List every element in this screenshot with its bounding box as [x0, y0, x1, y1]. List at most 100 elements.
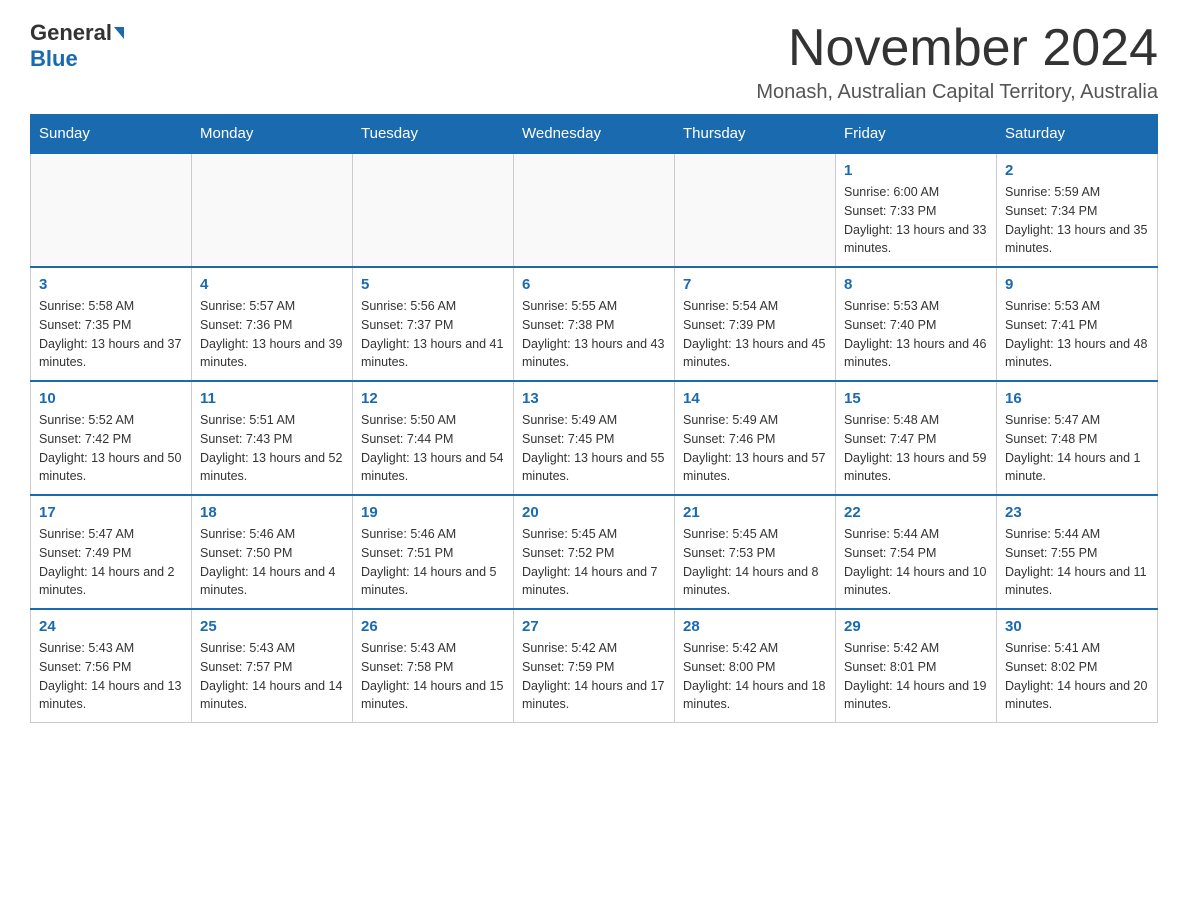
calendar-cell: 5 Sunrise: 5:56 AMSunset: 7:37 PMDaylight… [353, 267, 514, 381]
column-header-tuesday: Tuesday [353, 115, 514, 154]
column-header-wednesday: Wednesday [514, 115, 675, 154]
page-header: General Blue November 2024 Monash, Austr… [30, 20, 1158, 104]
day-info: Sunrise: 5:44 AMSunset: 7:54 PMDaylight:… [844, 525, 988, 600]
day-number: 3 [39, 276, 183, 293]
day-info: Sunrise: 5:49 AMSunset: 7:46 PMDaylight:… [683, 411, 827, 486]
day-number: 5 [361, 276, 505, 293]
day-number: 6 [522, 276, 666, 293]
calendar-cell: 3 Sunrise: 5:58 AMSunset: 7:35 PMDaylight… [31, 267, 192, 381]
calendar-cell: 11 Sunrise: 5:51 AMSunset: 7:43 PMDayligh… [192, 381, 353, 495]
location-title: Monash, Australian Capital Territory, Au… [756, 81, 1158, 104]
week-row-4: 17 Sunrise: 5:47 AMSunset: 7:49 PMDayligh… [31, 495, 1158, 609]
day-number: 30 [1005, 618, 1149, 635]
column-header-monday: Monday [192, 115, 353, 154]
day-number: 13 [522, 390, 666, 407]
day-number: 12 [361, 390, 505, 407]
day-number: 4 [200, 276, 344, 293]
calendar-cell: 24Sunrise: 5:43 AMSunset: 7:56 PMDayligh… [31, 609, 192, 723]
calendar-cell: 23Sunrise: 5:44 AMSunset: 7:55 PMDayligh… [997, 495, 1158, 609]
day-number: 11 [200, 390, 344, 407]
day-info: Sunrise: 5:47 AMSunset: 7:48 PMDaylight:… [1005, 411, 1149, 486]
logo-general-text: General [30, 20, 112, 46]
day-info: Sunrise: 5:49 AMSunset: 7:45 PMDaylight:… [522, 411, 666, 486]
day-number: 18 [200, 504, 344, 521]
day-number: 15 [844, 390, 988, 407]
day-info: Sunrise: 5:56 AMSunset: 7:37 PMDaylight:… [361, 297, 505, 372]
calendar-header-row: SundayMondayTuesdayWednesdayThursdayFrid… [31, 115, 1158, 154]
calendar-cell: 10 Sunrise: 5:52 AMSunset: 7:42 PMDayligh… [31, 381, 192, 495]
calendar-cell: 14 Sunrise: 5:49 AMSunset: 7:46 PMDayligh… [675, 381, 836, 495]
day-info: Sunrise: 5:47 AMSunset: 7:49 PMDaylight:… [39, 525, 183, 600]
calendar-cell [514, 153, 675, 267]
calendar-cell: 20 Sunrise: 5:45 AMSunset: 7:52 PMDayligh… [514, 495, 675, 609]
day-info: Sunrise: 6:00 AMSunset: 7:33 PMDaylight:… [844, 183, 988, 258]
week-row-2: 3 Sunrise: 5:58 AMSunset: 7:35 PMDaylight… [31, 267, 1158, 381]
calendar-cell: 22 Sunrise: 5:44 AMSunset: 7:54 PMDayligh… [836, 495, 997, 609]
column-header-thursday: Thursday [675, 115, 836, 154]
calendar-cell: 16 Sunrise: 5:47 AMSunset: 7:48 PMDayligh… [997, 381, 1158, 495]
day-number: 8 [844, 276, 988, 293]
column-header-saturday: Saturday [997, 115, 1158, 154]
day-info: Sunrise: 5:53 AMSunset: 7:41 PMDaylight:… [1005, 297, 1149, 372]
day-info: Sunrise: 5:46 AMSunset: 7:50 PMDaylight:… [200, 525, 344, 600]
day-number: 9 [1005, 276, 1149, 293]
day-number: 10 [39, 390, 183, 407]
calendar-cell [675, 153, 836, 267]
day-number: 16 [1005, 390, 1149, 407]
calendar-cell: 19 Sunrise: 5:46 AMSunset: 7:51 PMDayligh… [353, 495, 514, 609]
calendar-cell: 6 Sunrise: 5:55 AMSunset: 7:38 PMDaylight… [514, 267, 675, 381]
calendar-cell: 2Sunrise: 5:59 AMSunset: 7:34 PMDaylight… [997, 153, 1158, 267]
calendar-cell: 7Sunrise: 5:54 AMSunset: 7:39 PMDaylight… [675, 267, 836, 381]
calendar-cell [192, 153, 353, 267]
day-number: 29 [844, 618, 988, 635]
day-info: Sunrise: 5:43 AMSunset: 7:57 PMDaylight:… [200, 639, 344, 714]
day-number: 14 [683, 390, 827, 407]
calendar-cell: 29 Sunrise: 5:42 AMSunset: 8:01 PMDayligh… [836, 609, 997, 723]
day-number: 1 [844, 162, 988, 179]
calendar-cell [353, 153, 514, 267]
day-number: 20 [522, 504, 666, 521]
calendar-cell: 9 Sunrise: 5:53 AMSunset: 7:41 PMDaylight… [997, 267, 1158, 381]
day-info: Sunrise: 5:42 AMSunset: 8:01 PMDaylight:… [844, 639, 988, 714]
calendar-cell: 1 Sunrise: 6:00 AMSunset: 7:33 PMDaylight… [836, 153, 997, 267]
calendar-cell: 15 Sunrise: 5:48 AMSunset: 7:47 PMDayligh… [836, 381, 997, 495]
column-header-sunday: Sunday [31, 115, 192, 154]
calendar-cell: 12 Sunrise: 5:50 AMSunset: 7:44 PMDayligh… [353, 381, 514, 495]
logo-blue-text: Blue [30, 46, 78, 71]
column-header-friday: Friday [836, 115, 997, 154]
day-info: Sunrise: 5:51 AMSunset: 7:43 PMDaylight:… [200, 411, 344, 486]
day-info: Sunrise: 5:43 AMSunset: 7:56 PMDaylight:… [39, 639, 183, 714]
day-number: 7 [683, 276, 827, 293]
day-number: 19 [361, 504, 505, 521]
calendar-cell: 8Sunrise: 5:53 AMSunset: 7:40 PMDaylight… [836, 267, 997, 381]
calendar-cell: 25 Sunrise: 5:43 AMSunset: 7:57 PMDayligh… [192, 609, 353, 723]
calendar-cell: 17 Sunrise: 5:47 AMSunset: 7:49 PMDayligh… [31, 495, 192, 609]
day-number: 26 [361, 618, 505, 635]
day-number: 23 [1005, 504, 1149, 521]
week-row-3: 10 Sunrise: 5:52 AMSunset: 7:42 PMDayligh… [31, 381, 1158, 495]
day-number: 27 [522, 618, 666, 635]
day-info: Sunrise: 5:46 AMSunset: 7:51 PMDaylight:… [361, 525, 505, 600]
day-info: Sunrise: 5:48 AMSunset: 7:47 PMDaylight:… [844, 411, 988, 486]
day-number: 17 [39, 504, 183, 521]
day-info: Sunrise: 5:45 AMSunset: 7:52 PMDaylight:… [522, 525, 666, 600]
day-info: Sunrise: 5:57 AMSunset: 7:36 PMDaylight:… [200, 297, 344, 372]
week-row-1: 1 Sunrise: 6:00 AMSunset: 7:33 PMDaylight… [31, 153, 1158, 267]
day-info: Sunrise: 5:42 AMSunset: 7:59 PMDaylight:… [522, 639, 666, 714]
calendar-table: SundayMondayTuesdayWednesdayThursdayFrid… [30, 114, 1158, 723]
day-info: Sunrise: 5:55 AMSunset: 7:38 PMDaylight:… [522, 297, 666, 372]
day-info: Sunrise: 5:50 AMSunset: 7:44 PMDaylight:… [361, 411, 505, 486]
title-area: November 2024 Monash, Australian Capital… [756, 20, 1158, 104]
logo-triangle-icon [114, 27, 124, 39]
day-number: 25 [200, 618, 344, 635]
day-info: Sunrise: 5:52 AMSunset: 7:42 PMDaylight:… [39, 411, 183, 486]
day-info: Sunrise: 5:58 AMSunset: 7:35 PMDaylight:… [39, 297, 183, 372]
week-row-5: 24Sunrise: 5:43 AMSunset: 7:56 PMDayligh… [31, 609, 1158, 723]
day-info: Sunrise: 5:41 AMSunset: 8:02 PMDaylight:… [1005, 639, 1149, 714]
day-info: Sunrise: 5:42 AMSunset: 8:00 PMDaylight:… [683, 639, 827, 714]
day-info: Sunrise: 5:45 AMSunset: 7:53 PMDaylight:… [683, 525, 827, 600]
month-title: November 2024 [756, 20, 1158, 77]
day-number: 22 [844, 504, 988, 521]
calendar-cell: 30 Sunrise: 5:41 AMSunset: 8:02 PMDayligh… [997, 609, 1158, 723]
day-number: 21 [683, 504, 827, 521]
